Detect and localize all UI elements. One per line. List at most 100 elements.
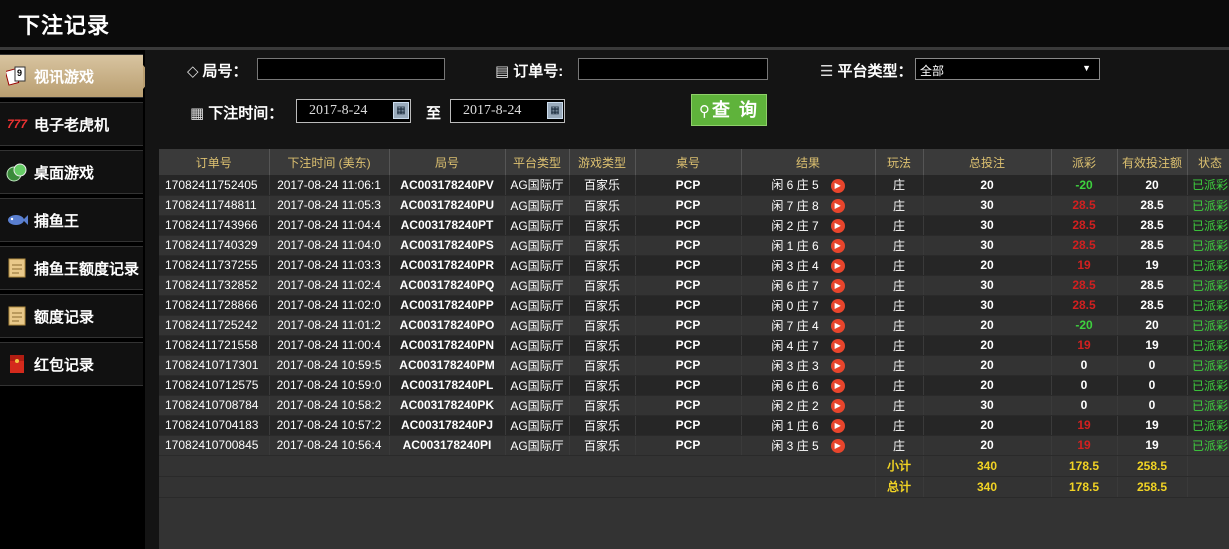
total-bet-cell: 20 bbox=[923, 335, 1052, 356]
table-row[interactable]: 17082410708784 2017-08-24 10:58:2 AC003178… bbox=[159, 395, 1229, 416]
status-cell: 已派彩 bbox=[1187, 395, 1229, 416]
column-header-platform[interactable]: 平台类型 bbox=[505, 149, 570, 175]
column-header-bet-time[interactable]: 下注时间 (美东) bbox=[269, 149, 390, 175]
table-row[interactable]: 17082410717301 2017-08-24 10:59:5 AC003178… bbox=[159, 355, 1229, 376]
total-bet-cell: 20 bbox=[923, 175, 1052, 196]
table-row[interactable]: 17082411721558 2017-08-24 11:00:4 AC003178… bbox=[159, 335, 1229, 356]
table-row[interactable]: 17082410700845 2017-08-24 10:56:4 AC003178… bbox=[159, 435, 1229, 456]
table-row[interactable]: 17082411740329 2017-08-24 11:04:0 AC003178… bbox=[159, 235, 1229, 256]
play-video-icon[interactable]: ▶ bbox=[830, 319, 845, 334]
bet-time-label: ▦ 下注时间： bbox=[190, 105, 284, 122]
status-cell: 已派彩 bbox=[1187, 335, 1229, 356]
platform-cell: AG国际厅 bbox=[505, 255, 570, 276]
payout-cell: 28.5 bbox=[1051, 215, 1118, 236]
table-row[interactable]: 17082411732852 2017-08-24 11:02:4 AC003178… bbox=[159, 275, 1229, 296]
date-from-input[interactable]: 2017-8-24 ▦ bbox=[296, 99, 411, 123]
play-video-icon[interactable]: ▶ bbox=[830, 279, 845, 294]
sidebar-item-fishing-king-credit-records[interactable]: 捕鱼王额度记录 bbox=[0, 246, 143, 290]
round-number-cell: AC003178240PI bbox=[389, 435, 506, 456]
play-video-icon[interactable]: ▶ bbox=[830, 199, 845, 214]
payout-cell: 19 bbox=[1051, 435, 1118, 456]
sidebar-item-red-envelope-records[interactable]: 红包记录 bbox=[0, 342, 143, 386]
sidebar-item-slot-machines[interactable]: 777 电子老虎机 bbox=[0, 102, 143, 146]
column-header-status[interactable]: 状态 bbox=[1187, 149, 1229, 175]
payout-cell: 28.5 bbox=[1051, 275, 1118, 296]
sidebar-item-credit-records[interactable]: 额度记录 bbox=[0, 294, 143, 338]
valid-bet-cell: 0 bbox=[1117, 375, 1188, 396]
order-number-cell: 17082411743966 bbox=[159, 215, 270, 236]
play-video-icon[interactable]: ▶ bbox=[830, 239, 845, 254]
sidebar-item-fishing-king[interactable]: 捕鱼王 bbox=[0, 198, 143, 242]
sidebar-item-table-games[interactable]: 桌面游戏 bbox=[0, 150, 143, 194]
game-type-cell: 百家乐 bbox=[569, 415, 636, 436]
table-number-cell: PCP bbox=[635, 215, 742, 236]
table-row[interactable]: 17082411748811 2017-08-24 11:05:3 AC003178… bbox=[159, 195, 1229, 216]
game-type-cell: 百家乐 bbox=[569, 235, 636, 256]
total-bet-cell: 30 bbox=[923, 275, 1052, 296]
platform-cell: AG国际厅 bbox=[505, 415, 570, 436]
round-number-cell: AC003178240PR bbox=[389, 255, 506, 276]
play-video-icon[interactable]: ▶ bbox=[830, 259, 845, 274]
table-row[interactable]: 17082410704183 2017-08-24 10:57:2 AC003178… bbox=[159, 415, 1229, 436]
round-number-cell: AC003178240PP bbox=[389, 295, 506, 316]
round-number-cell: AC003178240PV bbox=[389, 175, 506, 196]
table-row[interactable]: 17082411728866 2017-08-24 11:02:0 AC003178… bbox=[159, 295, 1229, 316]
date-to-input[interactable]: 2017-8-24 ▦ bbox=[450, 99, 565, 123]
platform-cell: AG国际厅 bbox=[505, 355, 570, 376]
top-bar: 下注记录 bbox=[0, 0, 1229, 50]
table-row[interactable]: 17082411737255 2017-08-24 11:03:3 AC003178… bbox=[159, 255, 1229, 276]
total-bet: 340 bbox=[923, 476, 1052, 498]
column-header-play-type[interactable]: 玩法 bbox=[875, 149, 924, 175]
play-video-icon[interactable]: ▶ bbox=[830, 399, 845, 414]
play-video-icon[interactable]: ▶ bbox=[830, 339, 845, 354]
play-video-icon[interactable]: ▶ bbox=[830, 359, 845, 374]
result-text: 闲 6 庄 6 bbox=[771, 378, 819, 393]
status-cell: 已派彩 bbox=[1187, 315, 1229, 336]
sidebar: 9 视讯游戏 777 电子老虎机 桌面游戏 捕鱼王 捕鱼王额度记录 额度记录 红… bbox=[0, 50, 153, 549]
round-number-cell: AC003178240PO bbox=[389, 315, 506, 336]
table-row[interactable]: 17082410712575 2017-08-24 10:59:0 AC003178… bbox=[159, 375, 1229, 396]
subtotal-valid: 258.5 bbox=[1117, 455, 1188, 477]
total-bet-cell: 20 bbox=[923, 255, 1052, 276]
play-video-icon[interactable]: ▶ bbox=[830, 379, 845, 394]
sidebar-item-live-games[interactable]: 9 视讯游戏 bbox=[0, 54, 153, 98]
platform-type-select[interactable]: 全部 ▼ bbox=[915, 58, 1100, 80]
table-row[interactable]: 17082411725242 2017-08-24 11:01:2 AC003178… bbox=[159, 315, 1229, 336]
status-cell: 已派彩 bbox=[1187, 195, 1229, 216]
round-input[interactable] bbox=[257, 58, 445, 80]
play-video-icon[interactable]: ▶ bbox=[830, 419, 845, 434]
payout-cell: 19 bbox=[1051, 415, 1118, 436]
column-header-result[interactable]: 结果 bbox=[741, 149, 876, 175]
round-number-cell: AC003178240PN bbox=[389, 335, 506, 356]
play-video-icon[interactable]: ▶ bbox=[830, 179, 845, 194]
play-video-icon[interactable]: ▶ bbox=[830, 299, 845, 314]
column-header-game-type[interactable]: 游戏类型 bbox=[569, 149, 636, 175]
column-header-order-number[interactable]: 订单号 bbox=[159, 149, 270, 175]
table-row[interactable]: 17082411743966 2017-08-24 11:04:4 AC003178… bbox=[159, 215, 1229, 236]
table-row[interactable]: 17082411752405 2017-08-24 11:06:1 AC003178… bbox=[159, 175, 1229, 196]
column-header-total-bet[interactable]: 总投注 bbox=[923, 149, 1052, 175]
calendar-picker-icon[interactable]: ▦ bbox=[393, 102, 409, 119]
calendar-picker-icon[interactable]: ▦ bbox=[547, 102, 563, 119]
platform-cell: AG国际厅 bbox=[505, 215, 570, 236]
order-number-cell: 17082410704183 bbox=[159, 415, 270, 436]
round-number-cell: AC003178240PT bbox=[389, 215, 506, 236]
play-video-icon[interactable]: ▶ bbox=[830, 219, 845, 234]
order-number-cell: 17082411725242 bbox=[159, 315, 270, 336]
result-cell: 闲 0 庄 7 ▶ bbox=[741, 295, 876, 316]
result-text: 闲 6 庄 5 bbox=[771, 178, 819, 193]
column-header-round[interactable]: 局号 bbox=[389, 149, 506, 175]
sidebar-item-label: 桌面游戏 bbox=[34, 164, 95, 182]
play-video-icon[interactable]: ▶ bbox=[830, 439, 845, 454]
query-button[interactable]: ⚲查 询 bbox=[691, 94, 767, 126]
play-type-cell: 庄 bbox=[875, 275, 924, 296]
column-header-table-number[interactable]: 桌号 bbox=[635, 149, 742, 175]
status-cell: 已派彩 bbox=[1187, 295, 1229, 316]
column-header-valid-bet[interactable]: 有效投注额 bbox=[1117, 149, 1188, 175]
total-bet-cell: 20 bbox=[923, 355, 1052, 376]
bet-time-cell: 2017-08-24 10:57:2 bbox=[269, 415, 390, 436]
result-cell: 闲 7 庄 4 ▶ bbox=[741, 315, 876, 336]
order-number-input[interactable] bbox=[578, 58, 768, 80]
column-header-payout[interactable]: 派彩 bbox=[1051, 149, 1118, 175]
game-type-cell: 百家乐 bbox=[569, 355, 636, 376]
